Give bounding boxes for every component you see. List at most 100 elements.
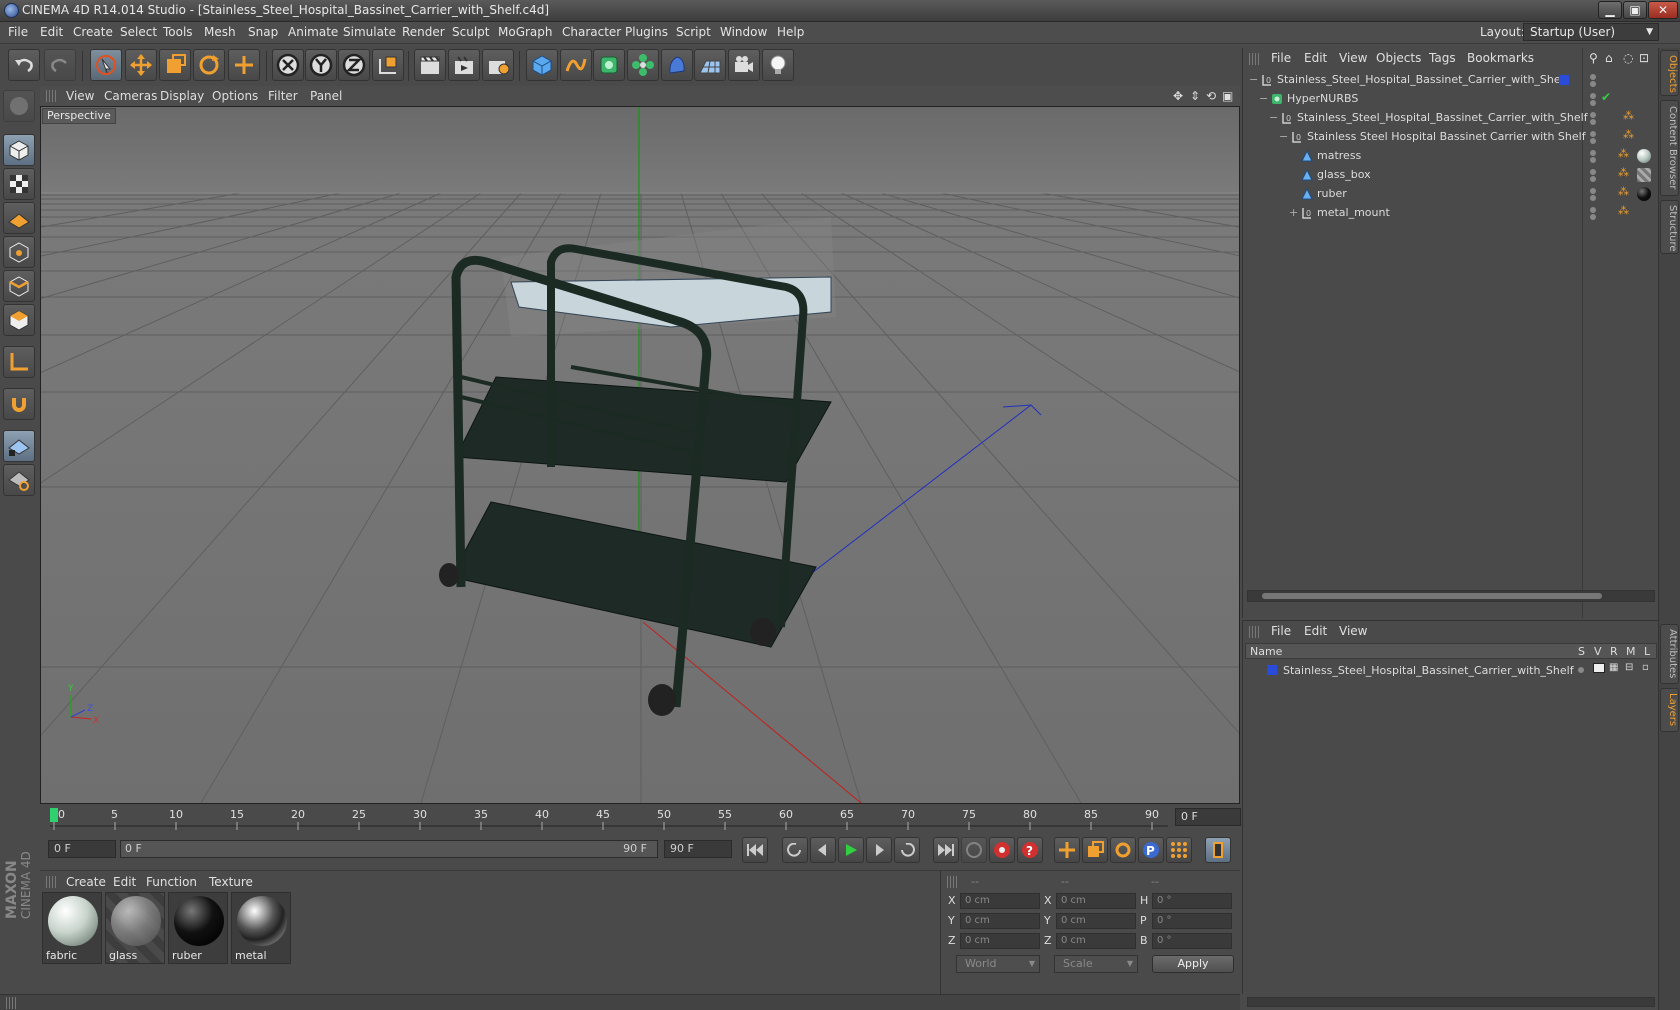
polygons-mode-button[interactable] xyxy=(3,304,35,336)
object-horizontal-scrollbar[interactable] xyxy=(1247,590,1655,602)
viewport-maximize-icon[interactable]: ▣ xyxy=(1222,89,1233,103)
render-visibility-dot[interactable] xyxy=(1590,100,1596,106)
add-camera-button[interactable] xyxy=(728,49,760,81)
size-z-field[interactable]: 0 cm xyxy=(1056,933,1136,949)
fabric-material-tag-icon[interactable] xyxy=(1637,149,1651,163)
record-rotation-button[interactable] xyxy=(1110,837,1136,863)
editor-visibility-dot[interactable] xyxy=(1590,112,1596,118)
lock-icon[interactable]: ▫ xyxy=(1642,662,1649,673)
material-swatch-metal[interactable]: metal xyxy=(231,892,291,964)
manager-hierarchy-icon[interactable]: ⊟ xyxy=(1625,662,1633,673)
record-active-button[interactable] xyxy=(961,837,987,863)
keyframe-selection-button[interactable]: ? xyxy=(1017,837,1043,863)
menu-animate[interactable]: Animate xyxy=(288,25,338,39)
layer-color-swatch[interactable] xyxy=(1267,665,1277,675)
panel-grip[interactable] xyxy=(46,876,56,888)
editor-visibility-dot[interactable] xyxy=(1590,169,1596,175)
editor-visibility-dot[interactable] xyxy=(1590,188,1596,194)
phong-tag-icon[interactable]: ⁂ xyxy=(1623,109,1634,122)
editor-visibility-dot[interactable] xyxy=(1590,207,1596,213)
edges-mode-button[interactable] xyxy=(3,270,35,302)
layer-menu-file[interactable]: File xyxy=(1271,624,1291,638)
tree-toggle[interactable]: + xyxy=(1289,206,1298,219)
object-row[interactable]: − 0 Stainless_Steel_Hospital_Bassinet_Ca… xyxy=(1243,108,1659,128)
coordinate-space-dropdown[interactable]: World ▼ xyxy=(956,955,1040,973)
menu-script[interactable]: Script xyxy=(676,25,711,39)
panel-grip[interactable] xyxy=(1249,53,1259,65)
workplane-mode-button[interactable] xyxy=(3,202,35,234)
object-row[interactable]: ruber ⁂ xyxy=(1243,184,1659,204)
size-x-field[interactable]: 0 cm xyxy=(1056,893,1136,909)
phong-tag-icon[interactable]: ⁂ xyxy=(1623,128,1634,141)
snap-button[interactable] xyxy=(3,388,35,420)
editor-visibility-dot[interactable] xyxy=(1590,150,1596,156)
add-array-button[interactable] xyxy=(627,49,659,81)
render-visibility-dot[interactable] xyxy=(1590,138,1596,144)
points-mode-button[interactable] xyxy=(3,236,35,268)
menu-simulate[interactable]: Simulate xyxy=(343,25,396,39)
material-menu-create[interactable]: Create xyxy=(66,875,106,889)
menu-render[interactable]: Render xyxy=(402,25,445,39)
menu-file[interactable]: File xyxy=(8,25,28,39)
menu-tools[interactable]: Tools xyxy=(163,25,193,39)
planar-workplane-button[interactable] xyxy=(3,464,35,496)
record-scale-button[interactable] xyxy=(1082,837,1108,863)
layer-row[interactable]: Stainless_Steel_Hospital_Bassinet_Carrie… xyxy=(1243,661,1659,681)
render-settings-button[interactable] xyxy=(482,49,514,81)
menu-edit[interactable]: Edit xyxy=(40,25,63,39)
start-frame-field[interactable]: 0 F xyxy=(48,840,116,858)
tab-structure[interactable]: Structure xyxy=(1660,200,1679,254)
scrollbar-thumb[interactable] xyxy=(1262,593,1602,599)
material-swatch-ruber[interactable]: ruber xyxy=(168,892,228,964)
view-options-icon[interactable]: ◌ xyxy=(1623,51,1633,65)
axis-mode-button[interactable] xyxy=(3,346,35,378)
object-menu-edit[interactable]: Edit xyxy=(1304,51,1327,65)
menu-mesh[interactable]: Mesh xyxy=(204,25,236,39)
menu-snap[interactable]: Snap xyxy=(248,25,278,39)
render-visibility-dot[interactable] xyxy=(1590,214,1596,220)
add-floor-button[interactable] xyxy=(694,49,726,81)
object-menu-objects[interactable]: Objects xyxy=(1376,51,1421,65)
menu-select[interactable]: Select xyxy=(120,25,157,39)
record-position-button[interactable] xyxy=(1054,837,1080,863)
material-menu-function[interactable]: Function xyxy=(146,875,197,889)
coordinate-system-button[interactable] xyxy=(372,49,404,81)
object-menu-tags[interactable]: Tags xyxy=(1429,51,1456,65)
coordinate-mode-dropdown[interactable]: Scale ▼ xyxy=(1054,955,1138,973)
go-to-end-button[interactable] xyxy=(933,837,959,863)
frame-range-slider[interactable]: 0 F 90 F xyxy=(120,840,658,858)
viewport-rotate-icon[interactable]: ⟲ xyxy=(1206,89,1216,103)
phong-tag-icon[interactable]: ⁂ xyxy=(1618,166,1629,179)
previous-frame-button[interactable] xyxy=(810,837,836,863)
material-swatch-glass[interactable]: glass xyxy=(105,892,165,964)
y-axis-lock-button[interactable] xyxy=(305,49,337,81)
phong-tag-icon[interactable]: ⁂ xyxy=(1618,185,1629,198)
layer-menu-edit[interactable]: Edit xyxy=(1304,624,1327,638)
render-picture-viewer-button[interactable] xyxy=(448,49,480,81)
rotation-b-field[interactable]: 0 ° xyxy=(1152,933,1232,949)
panel-grip[interactable] xyxy=(947,876,957,888)
viewport-menu-panel[interactable]: Panel xyxy=(310,89,342,103)
panel-grip[interactable] xyxy=(46,90,56,102)
undo-button[interactable] xyxy=(8,49,40,81)
layer-menu-view[interactable]: View xyxy=(1339,624,1367,638)
material-swatch-fabric[interactable]: fabric xyxy=(42,892,102,964)
recent-tool-button[interactable] xyxy=(228,49,260,81)
layout-dropdown[interactable]: Startup (User) ▼ xyxy=(1523,23,1659,41)
end-frame-field[interactable]: 90 F xyxy=(664,840,732,858)
tree-toggle[interactable]: − xyxy=(1279,130,1288,143)
record-parameter-button[interactable]: P xyxy=(1138,837,1164,863)
make-editable-button[interactable] xyxy=(3,90,35,122)
menu-character[interactable]: Character xyxy=(562,25,621,39)
add-light-button[interactable] xyxy=(762,49,794,81)
render-view-button[interactable] xyxy=(414,49,446,81)
viewport-pan-icon[interactable]: ✥ xyxy=(1173,89,1183,103)
object-row[interactable]: − HyperNURBS ✔ xyxy=(1243,89,1659,109)
z-axis-lock-button[interactable] xyxy=(338,49,370,81)
column-render[interactable]: R xyxy=(1610,645,1618,658)
column-visible[interactable]: V xyxy=(1594,645,1602,658)
render-visibility-dot[interactable] xyxy=(1590,119,1596,125)
tree-toggle[interactable]: − xyxy=(1269,111,1278,124)
menu-sculpt[interactable]: Sculpt xyxy=(452,25,489,39)
panel-grip[interactable] xyxy=(1249,626,1259,638)
